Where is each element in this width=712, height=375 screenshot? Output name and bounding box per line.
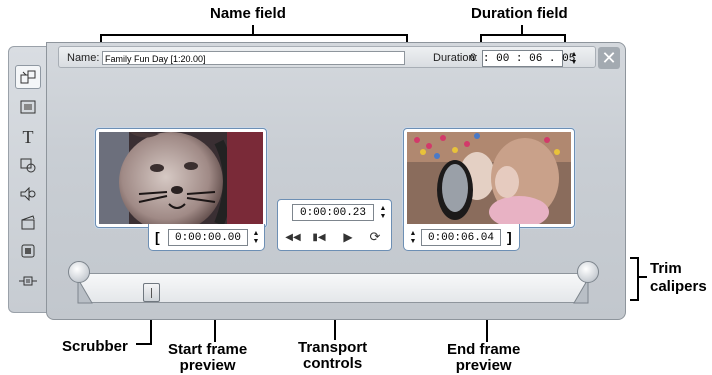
title-tool-icon[interactable] — [15, 95, 41, 119]
effects-tool-icon[interactable] — [15, 153, 41, 177]
audio-tool-icon[interactable] — [15, 182, 41, 206]
spin-up-icon[interactable]: ▲ — [380, 205, 387, 213]
spin-down-icon[interactable]: ▼ — [571, 59, 578, 67]
start-time-field[interactable]: 0:00:00.00 — [168, 229, 248, 246]
scrubber-leader-h — [136, 343, 152, 345]
name-field-bracket-stem — [252, 25, 254, 35]
end-time-field[interactable]: 0:00:06.04 — [421, 229, 501, 246]
spin-up-icon[interactable]: ▲ — [410, 230, 417, 238]
start-bracket-icon: [ — [155, 229, 160, 245]
step-back-icon[interactable]: ▮◀ — [308, 228, 330, 246]
spin-up-icon[interactable]: ▲ — [253, 230, 260, 238]
side-toolbar: T — [8, 46, 48, 313]
left-trim-knob[interactable] — [68, 261, 90, 283]
trim-calipers-bracket — [630, 257, 639, 301]
start-frame-preview — [95, 128, 267, 228]
duration-spinner[interactable]: ▲ ▼ — [569, 50, 579, 67]
video-tool-icon[interactable] — [15, 65, 41, 89]
play-icon[interactable]: ▶ — [337, 228, 359, 246]
transport-time-field[interactable]: 0:00:00.23 — [292, 204, 374, 221]
end-frame-preview — [403, 128, 575, 228]
go-to-start-icon[interactable]: ◀◀ — [282, 228, 304, 246]
name-field[interactable]: Family Fun Day [1:20.00] — [102, 51, 405, 65]
right-trim-knob[interactable] — [577, 261, 599, 283]
duration-field-bracket-stem — [521, 25, 523, 35]
name-label: Name: — [67, 52, 100, 64]
trim-calipers-callout: Trim calipers — [650, 260, 707, 295]
end-bracket-icon: ] — [507, 229, 512, 245]
name-field-callout: Name field — [210, 5, 286, 22]
end-frame-image — [407, 132, 571, 224]
plugin-tool-icon[interactable] — [15, 269, 41, 293]
close-icon[interactable]: ✕ — [598, 47, 620, 69]
transport-callout: Transport controls — [298, 339, 368, 372]
end-time-spinner[interactable]: ▲ ▼ — [408, 229, 418, 246]
scrubber-handle[interactable] — [143, 283, 160, 302]
spin-up-icon[interactable]: ▲ — [571, 51, 578, 59]
loop-icon[interactable]: ⟳ — [364, 228, 386, 246]
text-tool-icon[interactable]: T — [15, 125, 41, 149]
transport-time-spinner[interactable]: ▲ ▼ — [378, 204, 388, 221]
start-time-spinner[interactable]: ▲ ▼ — [251, 229, 261, 246]
stop-tool-icon[interactable] — [15, 239, 41, 263]
start-frame-callout: Start frame preview — [168, 341, 248, 374]
start-frame-image — [99, 132, 263, 224]
clapper-tool-icon[interactable] — [15, 210, 41, 234]
spin-down-icon[interactable]: ▼ — [253, 238, 260, 246]
trim-calipers-bracket-stem — [637, 276, 647, 278]
scrubber-grip — [151, 288, 152, 298]
duration-field-callout: Duration field — [471, 5, 568, 22]
scrubber-callout: Scrubber — [62, 338, 128, 355]
end-frame-callout: End frame preview — [447, 341, 521, 374]
spin-down-icon[interactable]: ▼ — [380, 213, 387, 221]
spin-down-icon[interactable]: ▼ — [410, 238, 417, 246]
duration-field[interactable]: 0 : 00 : 06 . 05 — [470, 50, 575, 67]
